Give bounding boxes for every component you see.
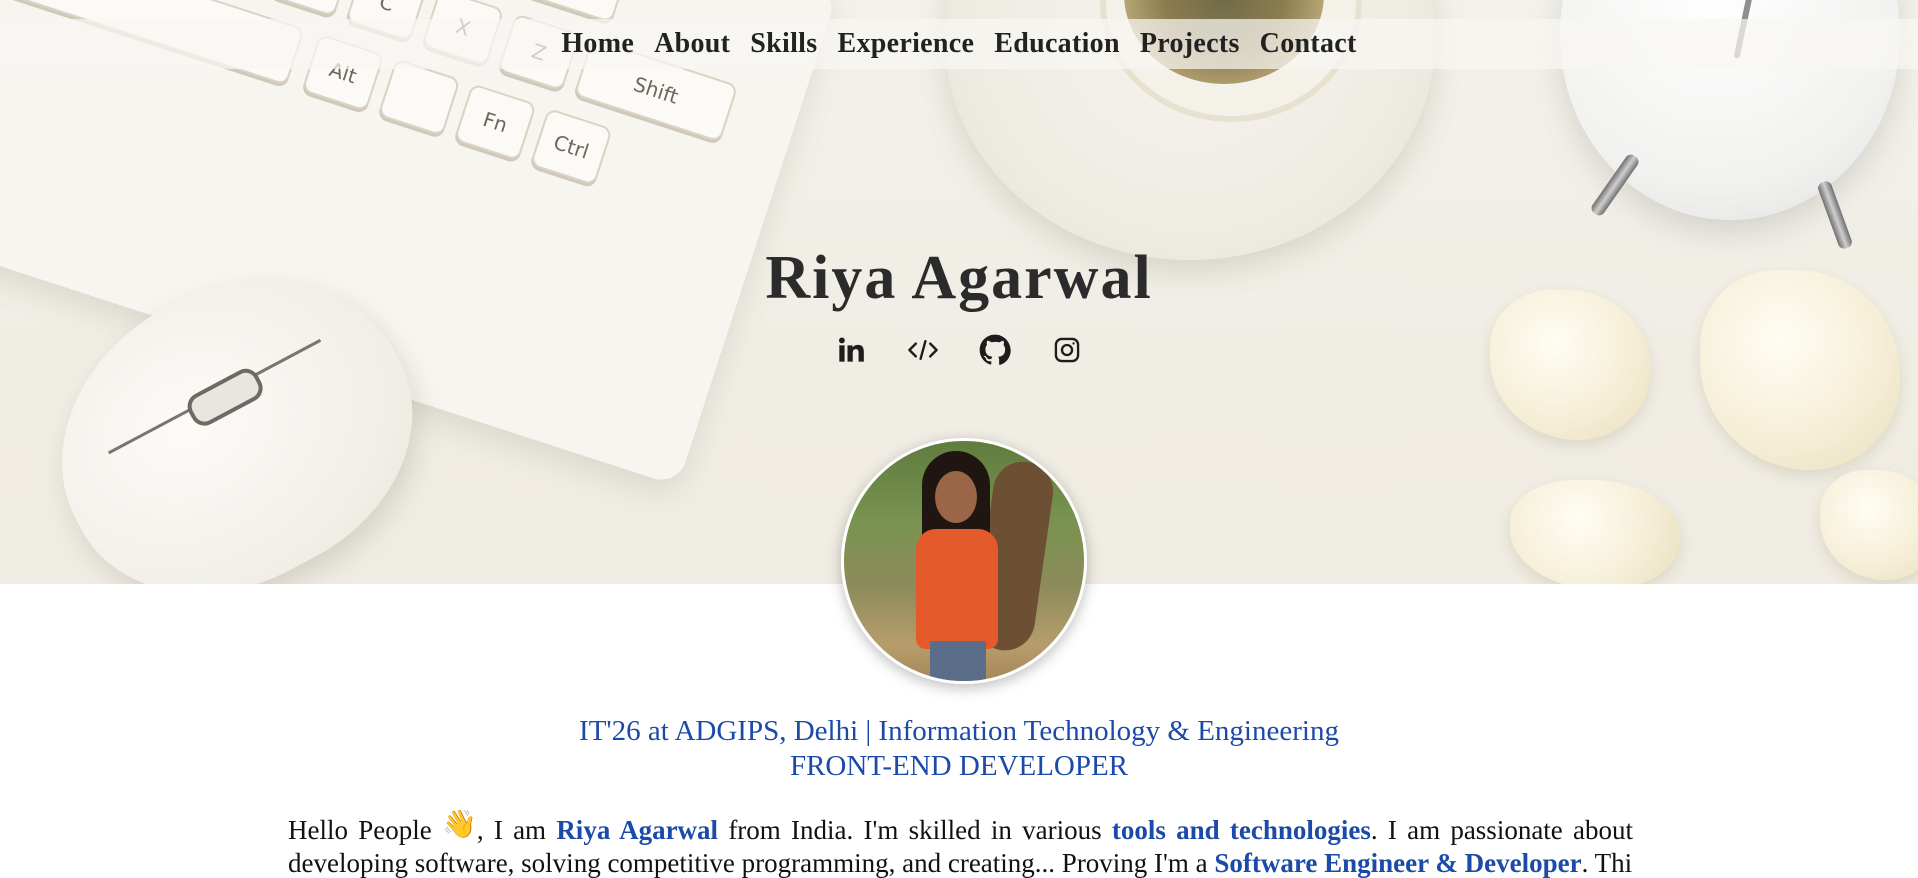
intro-text: from India. I'm skilled in various: [728, 815, 1102, 845]
tagline: IT'26 at ADGIPS, Delhi | Information Tec…: [0, 714, 1918, 784]
intro-role: Software Engineer & Developer: [1214, 848, 1582, 878]
intro-text: . I am passionate about: [1370, 815, 1633, 845]
linkedin-icon[interactable]: [835, 332, 867, 368]
nav-contact[interactable]: Contact: [1260, 28, 1357, 60]
nav-education[interactable]: Education: [994, 28, 1120, 60]
code-icon[interactable]: [907, 332, 939, 368]
paper-ball: [1510, 480, 1680, 584]
intro-skills-link[interactable]: tools and technologies: [1112, 815, 1371, 845]
tagline-line1: IT'26 at ADGIPS, Delhi | Information Tec…: [579, 715, 1339, 747]
nav-about[interactable]: About: [654, 28, 730, 60]
nav-skills[interactable]: Skills: [750, 28, 817, 60]
intro-text: , I am: [476, 815, 547, 845]
github-icon[interactable]: [979, 332, 1011, 368]
tagline-line2: FRONT-END DEVELOPER: [789, 750, 1129, 782]
intro-text: . This: [1581, 848, 1633, 878]
page-title: Riya Agarwal: [765, 244, 1153, 312]
clock-leg: [1816, 179, 1854, 251]
instagram-icon[interactable]: [1051, 332, 1083, 368]
nav-projects[interactable]: Projects: [1140, 28, 1240, 60]
intro-paragraph-line2: developing software, solving competitive…: [288, 848, 1633, 878]
intro-text: Hello People: [288, 815, 432, 845]
nav-experience[interactable]: Experience: [837, 28, 974, 60]
wave-emoji: 👋: [441, 810, 477, 840]
top-nav: Home About Skills Experience Education P…: [0, 19, 1918, 69]
paper-ball: [1820, 470, 1918, 580]
social-links: [0, 332, 1918, 368]
intro-text: developing software, solving competitive…: [288, 848, 1208, 878]
avatar: [841, 438, 1087, 684]
nav-home[interactable]: Home: [561, 28, 634, 60]
intro-paragraph: Hello People 👋, I am Riya Agarwal from I…: [288, 810, 1633, 850]
intro-name: Riya Agarwal: [556, 815, 719, 845]
